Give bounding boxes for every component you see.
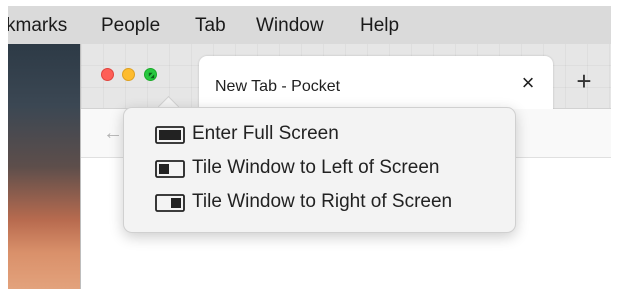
fullscreen-icon [155, 126, 185, 144]
menu-item-label: Enter Full Screen [192, 123, 339, 144]
new-tab-button[interactable]: + [571, 68, 597, 94]
menu-window[interactable]: Window [256, 15, 324, 37]
menu-tab[interactable]: Tab [195, 15, 226, 37]
tab-strip: New Tab - Pocket × + [81, 44, 611, 109]
back-arrow-icon[interactable]: ← [103, 122, 123, 145]
screenshot-frame: kmarks People Tab Window Help New Tab - … [8, 6, 611, 289]
close-tab-icon[interactable]: × [517, 72, 539, 94]
menu-item-tile-right[interactable]: Tile Window to Right of Screen [124, 186, 515, 220]
menu-item-label: Tile Window to Right of Screen [192, 191, 453, 212]
window-tiling-menu: Enter Full Screen Tile Window to Left of… [123, 107, 516, 233]
menu-item-label: Tile Window to Left of Screen [192, 157, 440, 178]
zoom-window-button[interactable] [144, 68, 157, 81]
tab-title: New Tab - Pocket [215, 78, 341, 95]
minimize-window-button[interactable] [122, 68, 135, 81]
menu-help[interactable]: Help [360, 15, 399, 37]
menu-item-tile-left[interactable]: Tile Window to Left of Screen [124, 152, 515, 186]
fullscreen-arrows-icon [148, 72, 155, 79]
menu-bar: kmarks People Tab Window Help [8, 6, 611, 45]
close-window-button[interactable] [101, 68, 114, 81]
desktop-wallpaper [8, 44, 80, 289]
menu-item-enter-full-screen[interactable]: Enter Full Screen [124, 118, 515, 152]
menu-people[interactable]: People [101, 15, 160, 37]
menu-bookmarks[interactable]: kmarks [8, 15, 67, 37]
tab-new-tab-pocket[interactable]: New Tab - Pocket × [199, 56, 553, 109]
tile-left-icon [155, 160, 185, 178]
tile-right-icon [155, 194, 185, 212]
